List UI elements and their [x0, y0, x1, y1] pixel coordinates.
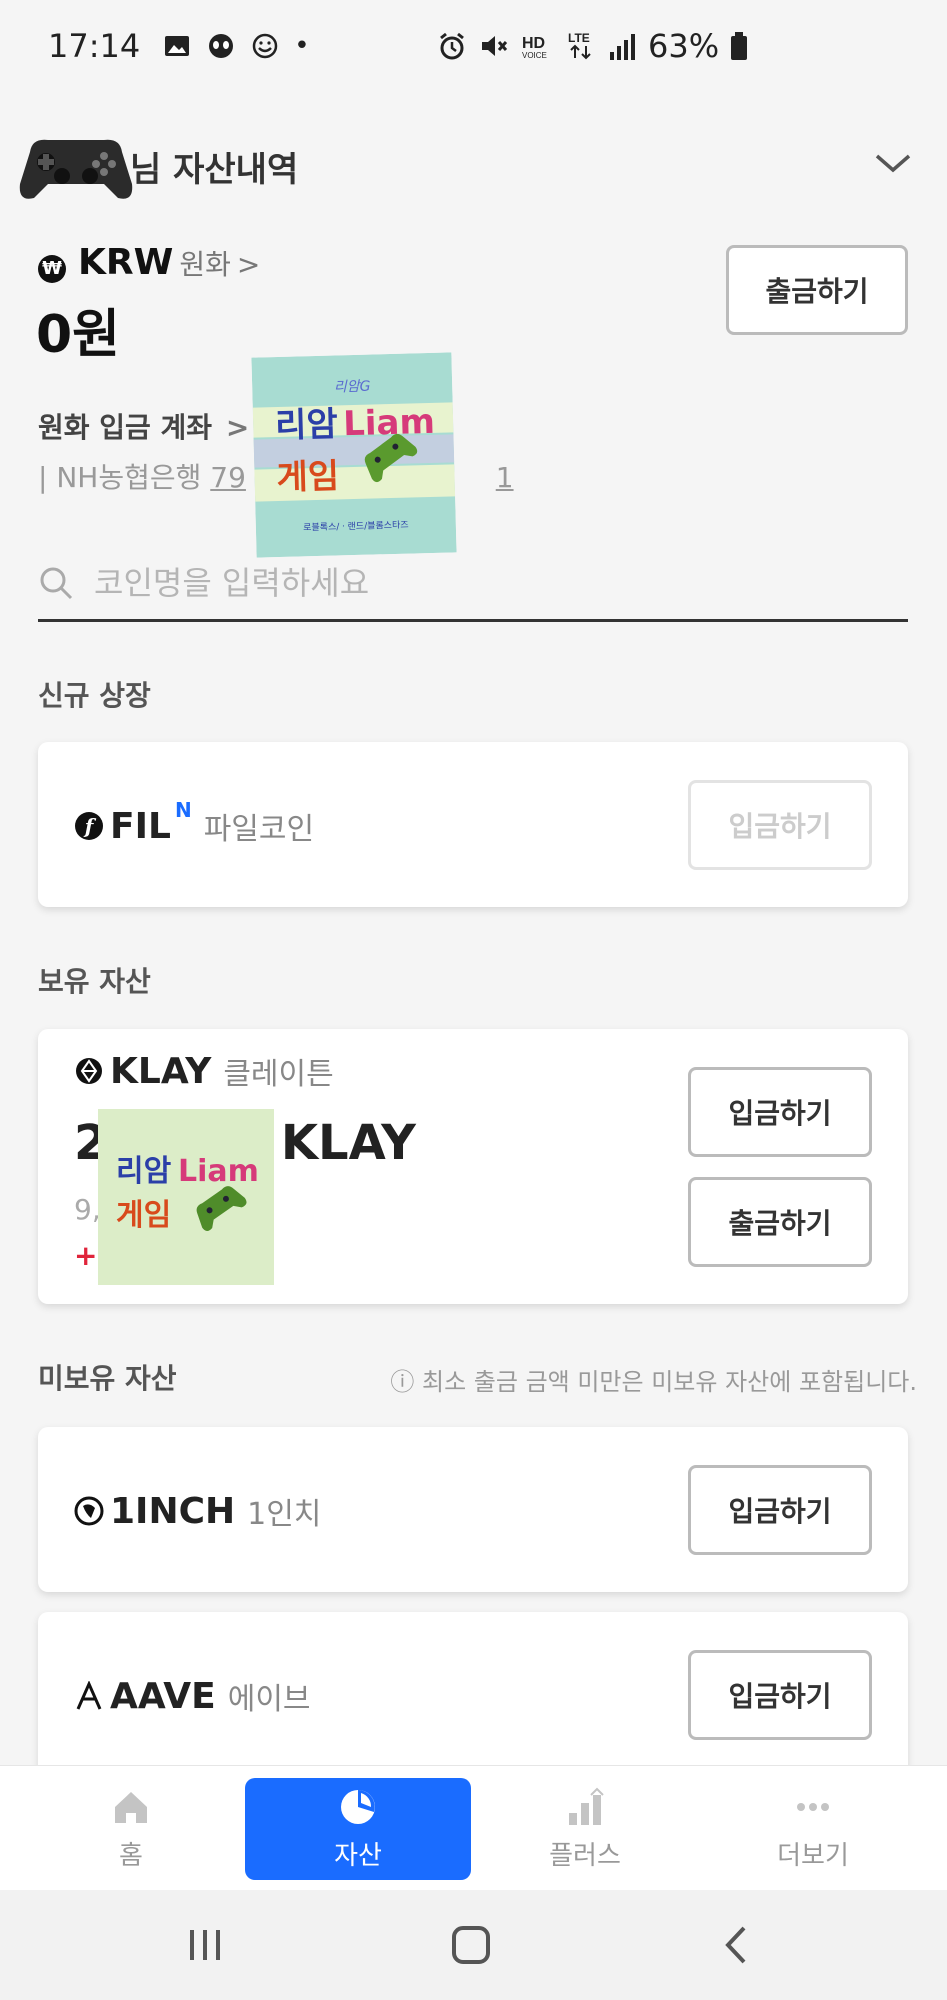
- 1inch-deposit-button[interactable]: 입금하기: [688, 1465, 872, 1555]
- krw-coin-icon: ₩: [38, 254, 66, 283]
- alien-icon: [209, 34, 234, 58]
- klaytn-logo-icon: [76, 1058, 102, 1084]
- section-new-listing: 신규 상장: [38, 679, 151, 712]
- klay-krw-value: 9,: [74, 1193, 101, 1226]
- tab-assets[interactable]: 자산: [245, 1778, 471, 1880]
- deposit-account-label: 원화 입금 계좌: [38, 411, 213, 444]
- 1inch-logo-icon: [74, 1496, 104, 1526]
- bank-name: | NH농협은행: [38, 461, 202, 494]
- tab-label: 홈: [119, 1840, 143, 1871]
- signal-icon: [610, 34, 635, 60]
- more-icon: [797, 1802, 829, 1811]
- status-dot: •: [294, 31, 310, 61]
- chevron-right-icon: >: [236, 248, 261, 281]
- tab-label: 자산: [334, 1840, 382, 1871]
- svg-text:VOICE: VOICE: [522, 51, 547, 60]
- krw-balance: 0원: [36, 305, 121, 365]
- sticker-line2: 게임: [116, 1198, 171, 1233]
- tab-more[interactable]: 더보기: [700, 1778, 926, 1880]
- asset-header[interactable]: 님 자산내역: [0, 92, 947, 232]
- battery-percent: 63%: [648, 27, 720, 65]
- tab-label: 더보기: [777, 1840, 849, 1871]
- alarm-icon: [440, 32, 464, 60]
- liam-game-sticker: 리암G 리암 Liam 게임 로블록스/ㆍ랜드/블롬스타즈: [251, 352, 457, 558]
- sticker-kor: 리암: [116, 1154, 172, 1189]
- coin-name: 파일코인: [203, 812, 315, 847]
- home-icon: [115, 1791, 147, 1823]
- krw-symbol: KRW: [78, 242, 174, 283]
- game-controller-icon: [19, 139, 133, 199]
- status-time: 17:14: [48, 27, 141, 65]
- tab-home[interactable]: 홈: [18, 1778, 244, 1880]
- coin-ticker: KLAY: [110, 1050, 212, 1092]
- new-badge: N: [174, 798, 192, 822]
- coin-ticker: FIL: [110, 805, 171, 847]
- aave-logo-icon: [76, 1681, 102, 1710]
- home-button-icon[interactable]: [446, 1920, 496, 1970]
- coin-search[interactable]: [38, 546, 908, 622]
- coin-name: 클레이튼: [223, 1057, 334, 1092]
- status-bar: 17:14 • HD VOICE LTE 63%: [0, 0, 947, 92]
- coin-card-aave[interactable]: AAVE 에이브 입금하기: [38, 1612, 908, 1765]
- battery-icon: [731, 32, 748, 60]
- image-icon: [165, 36, 190, 56]
- bottom-tab-bar: 홈 자산 플러스 더보기: [0, 1765, 947, 1890]
- klay-withdraw-button[interactable]: 출금하기: [688, 1177, 872, 1267]
- krw-link[interactable]: ₩ KRW 원화 >: [38, 242, 260, 283]
- tab-plus[interactable]: 플러스: [472, 1778, 698, 1880]
- search-icon: [40, 567, 73, 599]
- account-number-start: 79: [210, 461, 246, 494]
- coin-title: 1INCH 1인치: [74, 1489, 321, 1533]
- sticker-line2: 게임: [276, 456, 340, 498]
- krw-withdraw-button[interactable]: 출금하기: [726, 245, 908, 335]
- mute-icon: [482, 36, 508, 56]
- sticker-kor: 리암: [275, 404, 339, 446]
- system-nav-bar: [0, 1890, 947, 2000]
- klay-amount-unit: KLAY: [280, 1115, 416, 1171]
- chevron-right-icon: >: [225, 411, 250, 444]
- recent-apps-icon[interactable]: [180, 1920, 230, 1970]
- search-input[interactable]: [94, 563, 874, 602]
- klay-deposit-button[interactable]: 입금하기: [688, 1067, 872, 1157]
- deposit-account-link[interactable]: 원화 입금 계좌 >: [38, 406, 249, 446]
- section-not-holding: 미보유 자산: [38, 1362, 177, 1395]
- coin-ticker: 1INCH: [110, 1490, 236, 1532]
- sticker-eng: Liam: [343, 402, 436, 444]
- tab-label: 플러스: [549, 1840, 621, 1871]
- not-holding-note: ⓘ 최소 출금 금액 미만은 미보유 자산에 포함됩니다.: [390, 1368, 917, 1396]
- coin-name: 1인치: [247, 1497, 322, 1532]
- coin-title: AAVE 에이브: [74, 1674, 311, 1718]
- coin-ticker: AAVE: [110, 1675, 216, 1717]
- coin-name: 에이브: [227, 1682, 311, 1717]
- sticker-top-text: 리암G: [334, 379, 371, 396]
- sticker-eng: Liam: [178, 1154, 259, 1189]
- coin-card-fil[interactable]: f FIL N 파일코인 입금하기: [38, 742, 908, 907]
- chevron-down-icon[interactable]: [873, 152, 913, 176]
- svg-text:HD: HD: [522, 35, 545, 52]
- lte-icon: LTE: [568, 31, 591, 60]
- smile-icon: [252, 33, 278, 59]
- coin-title: KLAY 클레이튼: [74, 1049, 334, 1093]
- liam-game-sticker: 리암 Liam 게임: [98, 1109, 274, 1285]
- section-holding: 보유 자산: [38, 965, 151, 998]
- krw-name: 원화: [179, 248, 231, 281]
- svg-text:LTE: LTE: [568, 31, 590, 45]
- coin-title: f FIL N 파일코인: [74, 798, 315, 848]
- main-content: 님 자산내역 ₩ KRW 원화 > 0원 출금하기 원화 입금 계좌 > | N…: [0, 92, 947, 1765]
- account-number-end: 1: [495, 461, 514, 494]
- page-title: 님 자산내역: [130, 150, 299, 190]
- fil-deposit-button[interactable]: 입금하기: [688, 780, 872, 870]
- bar-chart-icon: [569, 1787, 604, 1825]
- back-icon[interactable]: [712, 1920, 762, 1970]
- hd-voice-icon: HDVOICE: [522, 35, 547, 60]
- klay-change: +: [74, 1239, 98, 1272]
- aave-deposit-button[interactable]: 입금하기: [688, 1650, 872, 1740]
- pie-chart-icon: [341, 1789, 375, 1824]
- status-right: HD VOICE LTE 63%: [436, 0, 749, 92]
- coin-card-1inch[interactable]: 1INCH 1인치 입금하기: [38, 1427, 908, 1592]
- filecoin-logo-icon: f: [75, 812, 103, 840]
